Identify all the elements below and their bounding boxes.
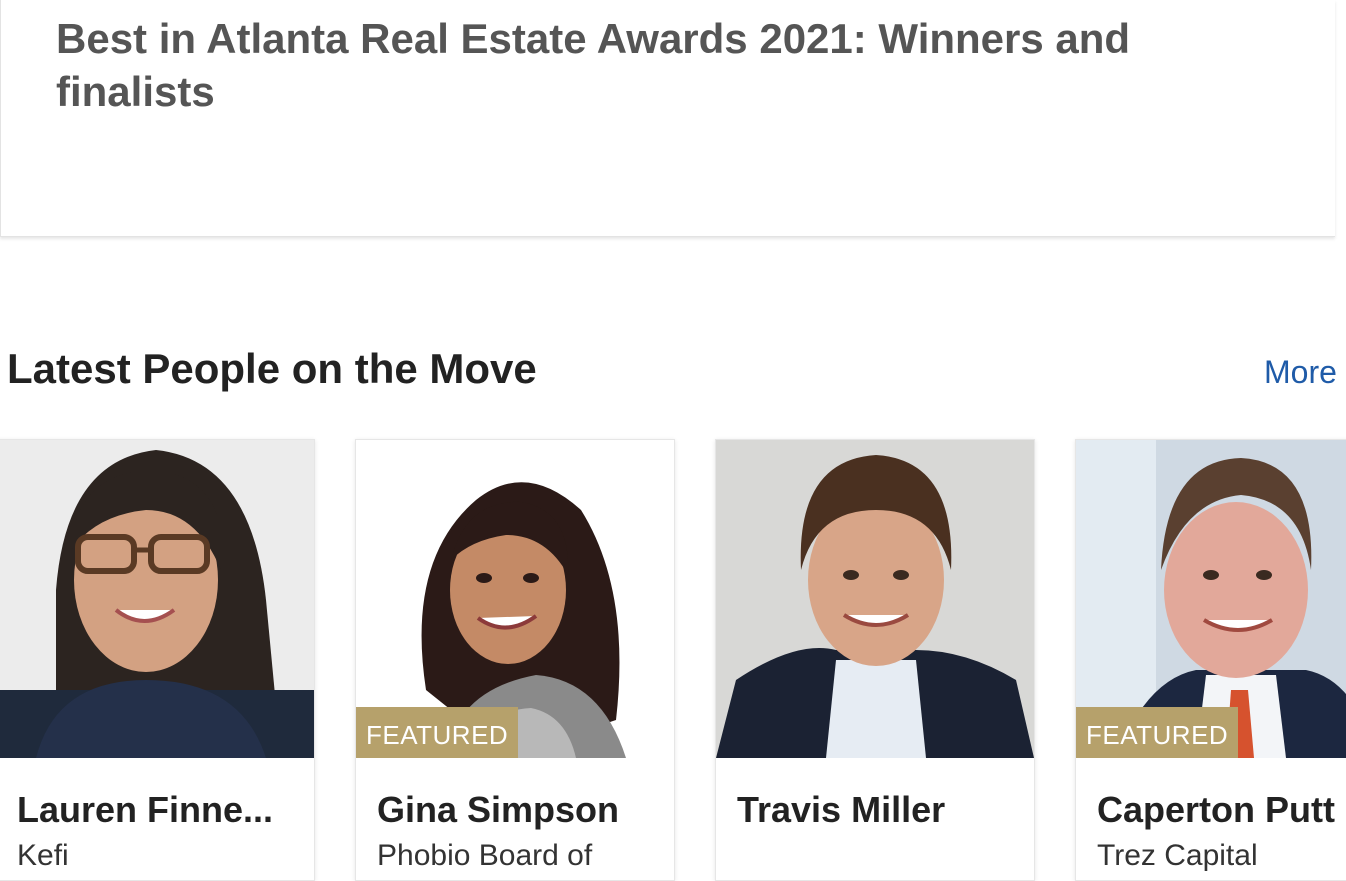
article-card[interactable]: Best in Atlanta Real Estate Awards 2021:… — [0, 0, 1335, 237]
person-card-3[interactable]: Travis Miller — [715, 439, 1035, 881]
person-company: Kefi — [17, 839, 69, 872]
person-name[interactable]: Caperton Putt — [1097, 788, 1335, 832]
featured-badge: FEATURED — [356, 707, 519, 758]
person-card-4[interactable]: FEATURED Caperton Putt Trez Capital — [1075, 439, 1346, 881]
person-company: Phobio Board of — [377, 839, 593, 872]
section-title: Latest People on the Move — [7, 345, 537, 392]
person-name[interactable]: Lauren Finne... — [17, 788, 273, 832]
person-card-1[interactable]: Lauren Finne... Kefi — [0, 439, 315, 881]
featured-badge: FEATURED — [1076, 707, 1239, 758]
person-card-2[interactable]: FEATURED Gina Simpson Phobio Board of — [355, 439, 675, 881]
person-photo — [716, 440, 1034, 758]
more-link[interactable]: More — [1264, 352, 1337, 392]
person-name[interactable]: Travis Miller — [737, 788, 945, 832]
person-name[interactable]: Gina Simpson — [377, 788, 619, 832]
person-company: Trez Capital — [1097, 839, 1258, 872]
article-title[interactable]: Best in Atlanta Real Estate Awards 2021:… — [56, 12, 1206, 118]
person-photo — [0, 440, 314, 758]
